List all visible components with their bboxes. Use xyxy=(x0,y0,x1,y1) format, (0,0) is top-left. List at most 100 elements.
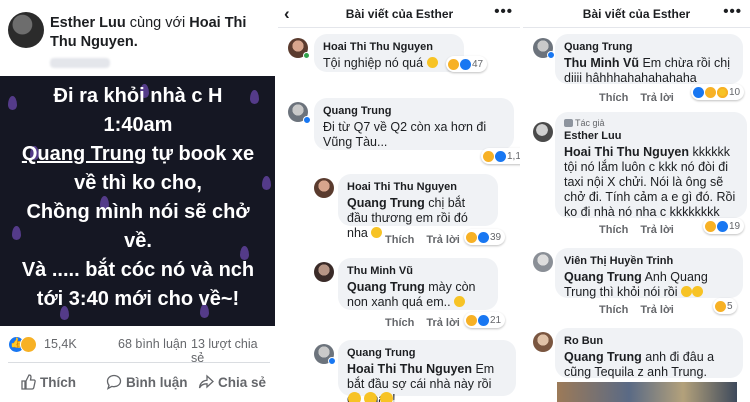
commenter-name[interactable]: Hoai Thi Thu Nguyen xyxy=(323,40,455,54)
reaction-count: 5 xyxy=(727,300,733,312)
post-title: Esther Luu cùng với Hoai Thi Thu Nguyen. xyxy=(50,14,270,52)
comment-label: Bình luận xyxy=(126,374,188,390)
like-link[interactable]: Thích xyxy=(599,304,628,316)
emoji-icon xyxy=(691,286,703,297)
comment-image[interactable] xyxy=(557,382,737,402)
avatar[interactable] xyxy=(533,252,553,272)
comments-panel-left: ‹ Bài viết của Esther ••• Hoai Thi Thu N… xyxy=(278,0,521,402)
mention-link[interactable]: Hoai Thi Thu Nguyen xyxy=(564,145,689,159)
reply-link[interactable]: Trả lời xyxy=(426,317,460,329)
image-caption: Đi ra khỏi nhà c H 1:40am Quang Trung tự… xyxy=(0,82,276,314)
like-link[interactable]: Thích xyxy=(599,92,628,104)
reply-comment: Thu Minh Vũ Quang Trung mày còn non xanh… xyxy=(278,258,521,336)
mention-link[interactable]: Thu Minh Vũ xyxy=(564,56,639,70)
share-count[interactable]: 13 lượt chia sẻ xyxy=(191,337,270,365)
emoji-icon xyxy=(364,392,377,402)
nav-bar: Bài viết của Esther ••• xyxy=(523,0,750,28)
share-icon xyxy=(198,374,214,389)
reaction-count-pill[interactable]: 21 xyxy=(464,312,506,328)
mention-link[interactable]: Quang Trung xyxy=(564,270,642,284)
commenter-name[interactable]: Hoai Thi Thu Nguyen xyxy=(347,180,489,194)
commenter-name[interactable]: Esther Luu xyxy=(564,129,738,143)
share-label: Chia sẻ xyxy=(218,374,267,390)
like-icon xyxy=(717,220,728,232)
commenter-name[interactable]: Thu Minh Vũ xyxy=(347,264,489,278)
reaction-count-pill[interactable]: 19 xyxy=(703,218,745,234)
avatar[interactable] xyxy=(314,262,334,282)
caption-line: về thì ko cho, xyxy=(74,172,202,194)
emoji-icon xyxy=(371,227,383,238)
comment-bubble: Viên Thị Huyền Trinh Quang Trung Anh Qua… xyxy=(555,248,743,299)
post-actions: Thích Bình luận Chia sẻ xyxy=(8,372,270,396)
reply-link[interactable]: Trả lời xyxy=(426,234,460,246)
caption-line: tới 3:40 mới cho về~! xyxy=(36,288,240,310)
comment: Hoai Thi Thu Nguyen Tội nghiệp nó quá 47 xyxy=(278,30,521,75)
author-name[interactable]: Esther Luu xyxy=(50,15,126,31)
caption-line: Quang Trung tự book xe xyxy=(0,140,276,169)
reaction-count: 10 xyxy=(729,86,741,98)
post-panel: Esther Luu cùng với Hoai Thi Thu Nguyen.… xyxy=(0,0,276,402)
mention-link[interactable]: Quang Trung xyxy=(564,350,642,364)
comment-actions: Thích Trả lời xyxy=(599,92,686,104)
author-avatar[interactable] xyxy=(8,12,44,48)
like-button[interactable]: Thích xyxy=(20,374,76,390)
post-image[interactable]: Đi ra khỏi nhà c H 1:40am Quang Trung tự… xyxy=(0,76,276,326)
comment-bubble: Thu Minh Vũ Quang Trung mày còn non xanh… xyxy=(338,258,498,310)
reaction-count: 47 xyxy=(472,58,484,70)
emoji-icon xyxy=(680,286,692,297)
reaction-count: 39 xyxy=(490,231,502,243)
more-icon[interactable]: ••• xyxy=(494,3,513,20)
emoji-icon xyxy=(454,296,466,307)
comment-bubble: Hoai Thi Thu Nguyen Tội nghiệp nó quá xyxy=(314,34,464,72)
reaction-count[interactable]: 15,4K xyxy=(44,337,77,351)
verified-badge-icon xyxy=(303,116,311,124)
like-link[interactable]: Thích xyxy=(599,224,628,236)
comments-panel-right: Bài viết của Esther ••• Quang Trung Thu … xyxy=(523,0,750,402)
comment-text: Quang Trung anh đi đâu a cũng Tequila z … xyxy=(564,350,734,380)
mention-link[interactable]: Hoai Thi Thu Nguyen xyxy=(347,362,472,376)
reaction-count-pill[interactable]: 39 xyxy=(464,229,506,245)
comment-bubble: Ro Bun Quang Trung anh đi đâu a cũng Teq… xyxy=(555,328,743,380)
reaction-count-pill[interactable]: 1,1K xyxy=(481,148,521,164)
verified-badge-icon xyxy=(547,51,555,59)
avatar[interactable] xyxy=(314,178,334,198)
post-header: Esther Luu cùng với Hoai Thi Thu Nguyen. xyxy=(8,10,270,60)
mention-link[interactable]: Quang Trung xyxy=(347,280,425,294)
reply-link[interactable]: Trả lời xyxy=(640,92,674,104)
comment-button[interactable]: Bình luận xyxy=(106,374,188,390)
comment-bubble: Quang Trung Đi từ Q7 về Q2 còn xa hơn đi… xyxy=(314,98,514,150)
mention-link[interactable]: Quang Trung xyxy=(347,196,425,210)
reply-link[interactable]: Trả lời xyxy=(640,224,674,236)
comment-text: Đi từ Q7 về Q2 còn xa hơn đi Vũng Tàu... xyxy=(323,120,487,149)
comment-bubble: Quang Trung Thu Minh Vũ Em chừa rồi chị … xyxy=(555,34,743,85)
reaction-count-pill[interactable]: 10 xyxy=(691,84,745,100)
commenter-name[interactable]: Quang Trung xyxy=(347,346,507,360)
reaction-icons[interactable]: 👍 xyxy=(8,336,42,354)
caption-line: Chồng mình nói sẽ chở xyxy=(26,201,250,223)
avatar[interactable] xyxy=(533,122,553,142)
commenter-name[interactable]: Quang Trung xyxy=(323,104,505,118)
commenter-name[interactable]: Viên Thị Huyền Trinh xyxy=(564,254,734,268)
haha-icon xyxy=(715,300,726,312)
commenter-name[interactable]: Ro Bun xyxy=(564,334,734,348)
author-tag: Tác giả xyxy=(564,118,738,129)
reaction-count-pill[interactable]: 5 xyxy=(713,298,737,314)
post-stats: 👍 15,4K 68 bình luận 13 lượt chia sẻ xyxy=(8,336,270,365)
comment-text: Quang Trung mày còn non xanh quá em.. xyxy=(347,280,489,310)
like-link[interactable]: Thích xyxy=(385,317,414,329)
haha-icon xyxy=(448,58,459,70)
caption-line-rest: tự book xe xyxy=(146,143,255,165)
comment-bubble: Hoai Thi Thu Nguyen Quang Trung chị bắt … xyxy=(338,174,498,240)
caption-line: Đi ra khỏi nhà c H xyxy=(53,85,223,107)
reply-comment: Tác giả Esther Luu Hoai Thi Thu Nguyen k… xyxy=(523,112,750,244)
reaction-count-pill[interactable]: 47 xyxy=(446,56,488,72)
comment-bubble: Quang Trung Hoai Thi Thu Nguyen Em bắt đ… xyxy=(338,340,516,402)
like-link[interactable]: Thích xyxy=(385,234,414,246)
avatar[interactable] xyxy=(533,332,553,352)
reply-link[interactable]: Trả lời xyxy=(640,304,674,316)
more-icon[interactable]: ••• xyxy=(723,3,742,20)
comment-text: Tội nghiệp nó quá xyxy=(323,56,455,71)
commenter-name[interactable]: Quang Trung xyxy=(564,40,734,54)
share-button[interactable]: Chia sẻ xyxy=(198,374,266,390)
comment-count[interactable]: 68 bình luận xyxy=(118,337,187,351)
